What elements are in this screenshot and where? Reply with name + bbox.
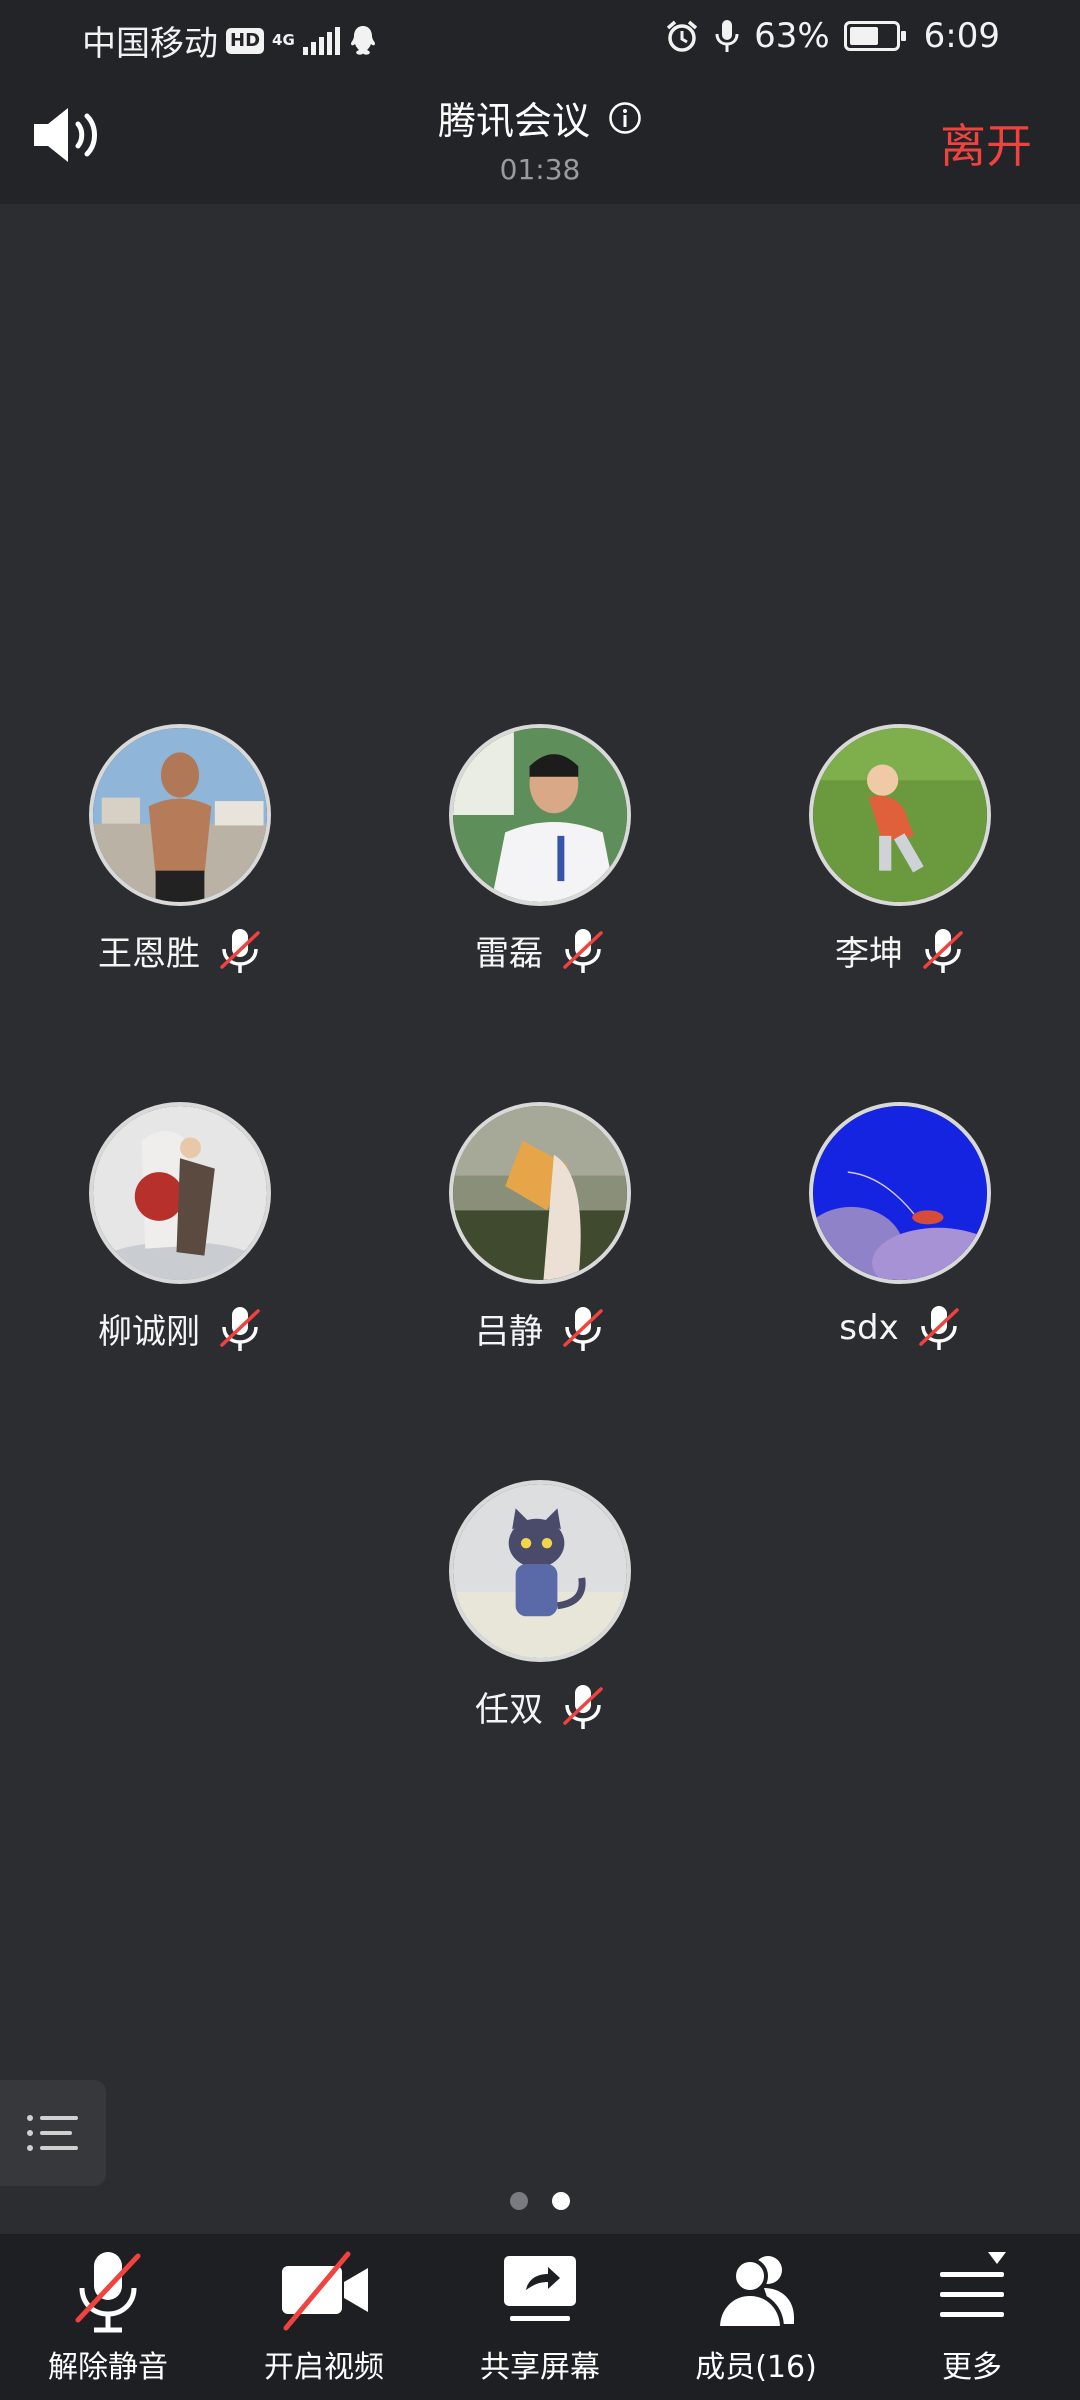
avatar	[449, 724, 631, 906]
participant-tile[interactable]: sdx	[750, 1102, 1050, 1362]
members-label: 成员(16)	[695, 2350, 817, 2385]
more-menu-icon	[940, 2252, 1006, 2317]
status-bar: 中国移动 HD 4G 63% 6:09	[0, 0, 1080, 72]
battery-icon	[843, 21, 906, 51]
leave-button[interactable]: 离开	[940, 110, 1032, 176]
share-screen-icon	[504, 2256, 576, 2321]
participant-name: 李坤	[835, 934, 903, 974]
more-button[interactable]: 更多	[864, 2234, 1080, 2400]
member-list-toggle-button[interactable]	[0, 2080, 106, 2186]
more-label: 更多	[942, 2350, 1002, 2385]
info-icon[interactable]	[608, 101, 642, 135]
participant-tile[interactable]: 王恩胜	[30, 724, 330, 984]
mic-muted-icon	[918, 1306, 959, 1350]
page-dot-2[interactable]	[552, 2192, 570, 2210]
status-right: 63% 6:09	[664, 16, 1000, 56]
start-video-button[interactable]: 开启视频	[216, 2234, 432, 2400]
participant-name: 王恩胜	[98, 934, 200, 974]
mic-muted-icon	[563, 1306, 603, 1351]
qq-icon	[350, 25, 375, 55]
mic-muted-icon	[220, 1306, 260, 1351]
video-off-icon	[282, 2251, 368, 2331]
meeting-timer: 01:38	[499, 153, 581, 186]
carrier-name: 中国移动	[82, 24, 218, 64]
participant-name: 柳诚刚	[98, 1312, 200, 1352]
participant-tile[interactable]: 雷磊	[390, 724, 690, 984]
mic-muted-icon	[75, 2252, 141, 2333]
page-dot-1[interactable]	[510, 2192, 528, 2210]
mic-muted-icon	[563, 1684, 603, 1729]
participant-name: 雷磊	[475, 934, 543, 974]
title-block: 腾讯会议 01:38	[0, 90, 1080, 186]
microphone-status-icon	[715, 20, 739, 52]
share-screen-button[interactable]: 共享屏幕	[432, 2234, 648, 2400]
network-type: 4G	[272, 31, 295, 49]
share-screen-label: 共享屏幕	[480, 2350, 600, 2385]
battery-percent: 63%	[754, 16, 830, 56]
start-video-label: 开启视频	[264, 2350, 384, 2385]
hd-badge: HD	[226, 27, 265, 54]
mic-muted-icon	[220, 928, 260, 973]
participant-name: 吕静	[475, 1312, 543, 1352]
list-icon	[27, 2115, 78, 2151]
members-icon	[715, 2256, 794, 2330]
mic-muted-icon	[923, 928, 963, 973]
meeting-header: 腾讯会议 01:38 离开	[0, 72, 1080, 204]
participant-tile[interactable]: 任双	[390, 1480, 690, 1740]
unmute-label: 解除静音	[48, 2350, 168, 2385]
participant-tile[interactable]: 柳诚刚	[30, 1102, 330, 1362]
participant-name: 任双	[475, 1690, 543, 1730]
avatar	[89, 1102, 271, 1284]
participant-name: sdx	[839, 1308, 899, 1348]
avatar	[449, 1480, 631, 1662]
participant-tile[interactable]: 吕静	[390, 1102, 690, 1362]
bottom-toolbar: 解除静音 开启视频 共享屏幕 成员(16) 更多	[0, 2234, 1080, 2400]
avatar	[449, 1102, 631, 1284]
signal-icon	[302, 26, 340, 55]
avatar	[809, 1102, 991, 1284]
meeting-title: 腾讯会议	[437, 99, 590, 143]
unmute-button[interactable]: 解除静音	[0, 2234, 216, 2400]
clock: 6:09	[923, 16, 1000, 56]
alarm-icon	[666, 20, 698, 52]
avatar	[809, 724, 991, 906]
avatar	[89, 724, 271, 906]
mic-muted-icon	[563, 928, 603, 973]
page-indicator	[0, 2192, 1080, 2210]
status-left: 中国移动 HD 4G	[82, 16, 378, 65]
members-button[interactable]: 成员(16)	[648, 2234, 864, 2400]
participant-tile[interactable]: 李坤	[750, 724, 1050, 984]
